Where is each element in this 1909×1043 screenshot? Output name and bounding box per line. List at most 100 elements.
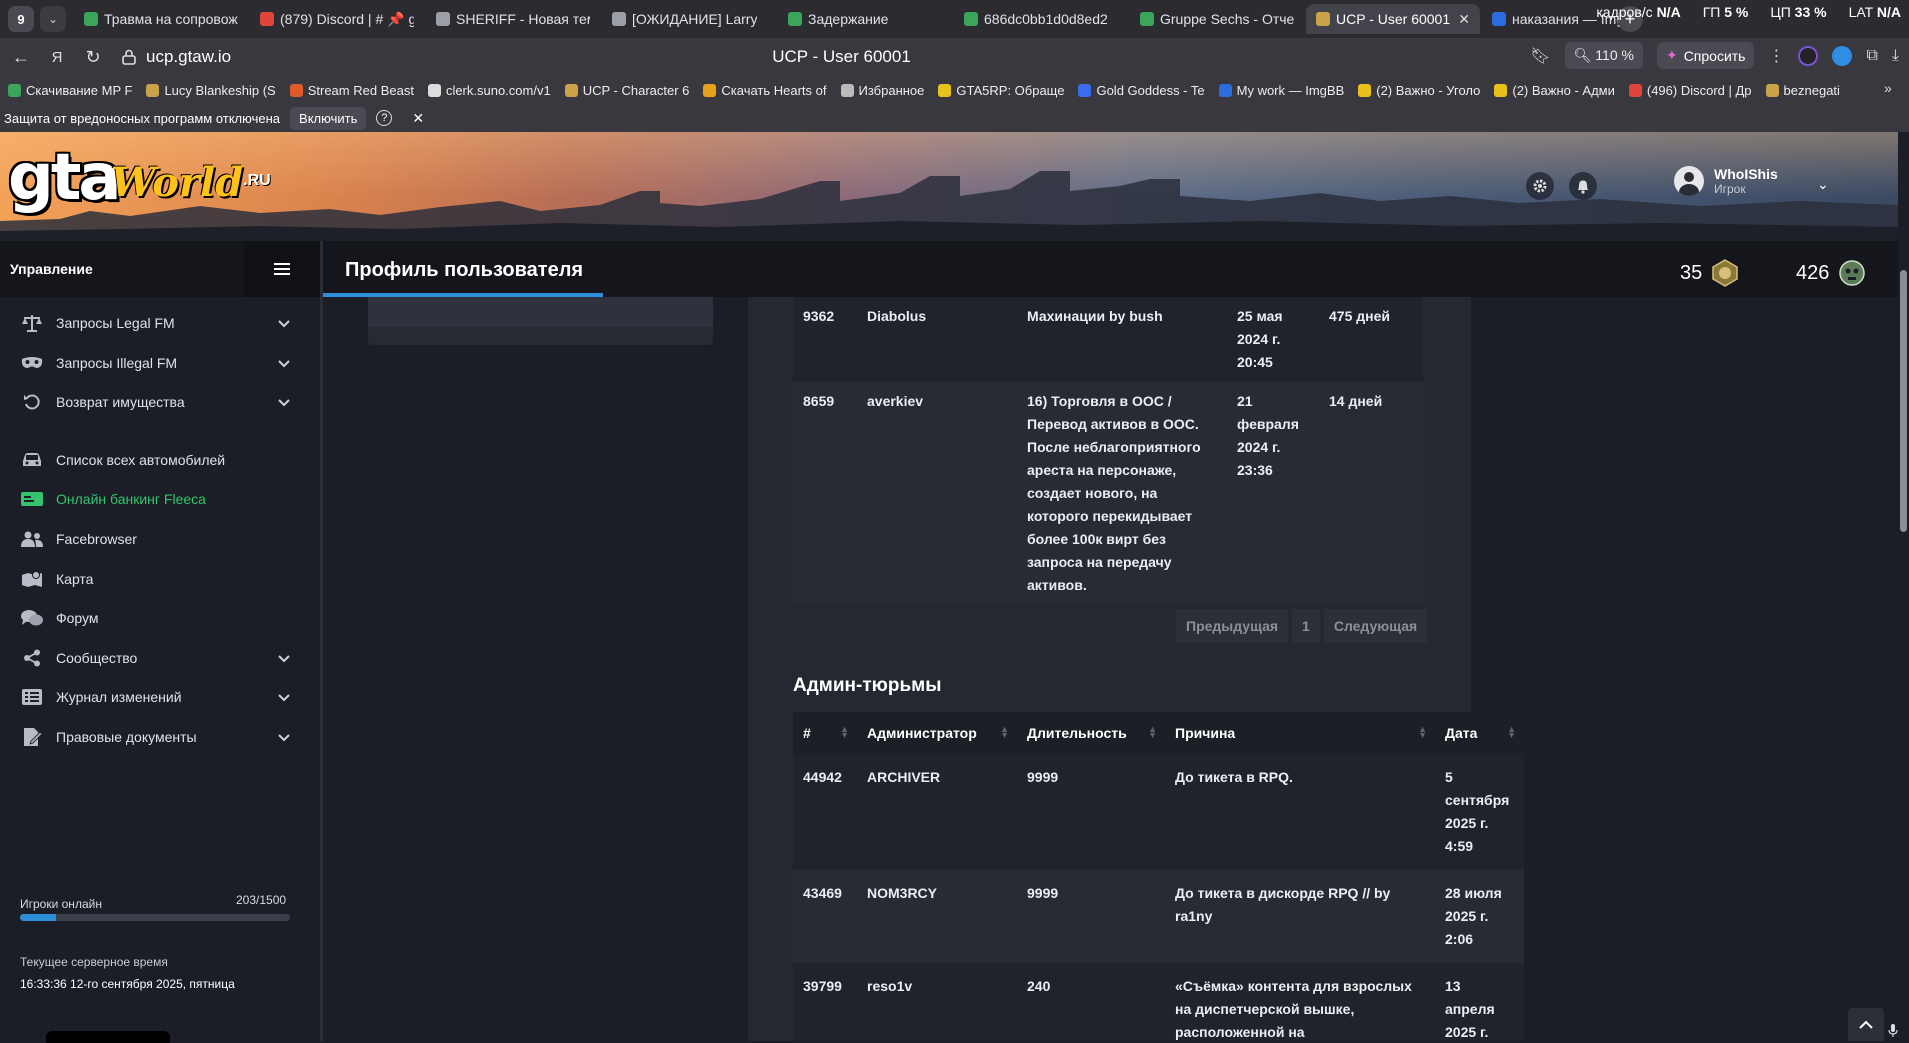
table-row: 43469 NOM3RCY 9999 До тикета в дискорде RPQ… [793,870,1524,963]
user-menu[interactable]: WhoIShis Игрок [1674,166,1778,196]
perf-stat: LAT N/A [1848,4,1901,20]
more-menu-icon[interactable]: ⋮ [1768,46,1784,66]
sidebar-item-label: Сообщество [56,650,138,666]
scrollbar-track[interactable] [1898,132,1909,1041]
browser-tab[interactable]: UCP - User 60001 ✕ [1306,4,1480,34]
scroll-to-top-button[interactable] [1848,1008,1884,1041]
browser-tab[interactable]: Задержание [778,4,952,34]
tab-list-chevron-icon[interactable]: ⌄ [40,6,66,32]
users-icon [20,529,44,549]
browser-tab[interactable]: (879) Discord | # 📌 g [250,4,424,34]
column-header[interactable]: # ▲ ▼ [793,712,857,754]
car-icon [20,450,44,470]
bookmark-item[interactable]: (496) Discord | Др [1628,83,1752,98]
tab-count-badge[interactable]: 9 [8,6,34,32]
bookmark-item[interactable]: Скачать Hearts of [703,83,827,98]
sidebar-item[interactable]: Список всех автомобилей [0,440,320,480]
chevron-down-icon[interactable] [278,729,290,745]
cell-admin: ARCHIVER [867,769,941,785]
online-players-count: 203/1500 [236,893,287,907]
bookmark-item[interactable]: beznegati [1765,83,1840,98]
cell-date: 13 апреля 2025 г. [1445,978,1495,1040]
mask-icon [20,353,44,373]
translate-extension-icon[interactable] [1832,45,1853,66]
close-warning-icon[interactable]: ✕ [412,110,424,127]
ask-button[interactable]: ✦ Спросить [1656,42,1755,69]
bookmark-favicon-icon [1218,83,1232,97]
sidebar-item[interactable]: Онлайн банкинг Fleeca [0,479,320,519]
yandex-icon[interactable]: Я [42,42,72,72]
microphone-icon[interactable] [1888,1024,1898,1038]
sidebar-item-label: Запросы Legal FM [56,315,175,331]
bookmark-item[interactable]: Lucy Blankeship (S [146,83,276,98]
share-icon [20,648,44,668]
bookmark-item[interactable]: Избранное [840,83,924,98]
sidebar-item[interactable]: Facebrowser [0,519,320,559]
settings-gear-icon[interactable] [1526,172,1554,200]
bookmark-item[interactable]: UCP - Character 6 [564,83,689,98]
page-1-button[interactable]: 1 [1292,609,1320,643]
sidebar-item[interactable]: Правовые документы [0,717,320,757]
browser-tab[interactable]: SHERIFF - Новая тем [426,4,600,34]
enable-protection-button[interactable]: Включить [290,106,367,130]
bookmark-item[interactable]: Скачивание MP F [8,83,132,98]
reload-icon[interactable]: ↻ [78,42,108,72]
site-banner: gta World .RU [0,132,1898,241]
chevron-down-icon[interactable]: ⌄ [1817,176,1829,193]
bookmark-item[interactable]: (2) Важно - Уголо [1358,83,1480,98]
notifications-bell-icon[interactable] [1569,172,1597,200]
sidebar-item[interactable]: Возврат имущества [0,382,320,422]
sidebar-item[interactable]: Журнал изменений [0,677,320,717]
sidebar-item[interactable]: Сообщество [0,638,320,678]
bookmark-item[interactable]: GTA5RP: Обраще [938,83,1064,98]
extensions-icon[interactable]: ⧉ [1866,47,1877,65]
column-header[interactable]: Администратор ▲ ▼ [857,712,1017,754]
back-arrow-icon[interactable]: ← [6,42,36,72]
bookmark-item[interactable]: Stream Red Beast [289,83,414,98]
bookmark-item[interactable]: (2) Важно - Адми [1494,83,1615,98]
sidebar-item[interactable]: Карта [0,559,320,599]
vk-extension-icon[interactable] [1798,45,1819,66]
close-tab-icon[interactable]: ✕ [1450,11,1470,28]
sidebar-item[interactable]: Форум [0,598,320,638]
cell-duration: 240 [1027,978,1051,994]
column-header[interactable]: Причина ▲ ▼ [1165,712,1435,754]
bookmark-favicon-icon [427,83,441,97]
browser-tab-bar: 9 ⌄ Травма на сопровож (879) Discord | #… [0,0,1909,38]
help-icon[interactable]: ? [376,110,393,126]
sidebar-item[interactable]: Запросы Illegal FM [0,343,320,383]
url-field[interactable]: ucp.gtaw.io [122,47,231,67]
zoom-level[interactable]: 🔍︎ 110 % [1564,42,1643,69]
chevron-down-icon[interactable] [278,689,290,705]
browser-tab[interactable]: Gruppe Sechs - Отче [1130,4,1304,34]
avatar [1674,166,1704,196]
bookmarks-overflow-icon[interactable]: » [1884,80,1892,96]
browser-tab[interactable]: [ОЖИДАНИЕ] Larry [602,4,776,34]
column-header[interactable]: Длительность ▲ ▼ [1017,712,1165,754]
bookmark-item[interactable]: clerk.suno.com/v1 [427,83,551,98]
table-row: 8659 averkiev 16) Торговля в ООС / Перевод… [793,382,1423,605]
chevron-down-icon[interactable] [278,650,290,666]
window-title: UCP - User 60001 [772,47,911,66]
prev-page-button[interactable]: Предыдущая [1176,609,1289,643]
hamburger-menu-icon[interactable] [244,241,320,297]
bookmark-item[interactable]: My work — ImgBB [1218,83,1344,98]
bookmark-favicon-icon [289,83,303,97]
sidebar-item[interactable]: Запросы Legal FM [0,303,320,343]
bookmark-icon[interactable]: 🔖︎ [1530,46,1550,66]
browser-tab[interactable]: 686dc0bb1d0d8ed2 [954,4,1128,34]
bookmark-item[interactable]: Gold Goddess - Te [1078,83,1205,98]
tab-favicon-icon [1316,12,1330,26]
chevron-down-icon[interactable] [278,394,290,410]
browser-tab[interactable]: Травма на сопровож [74,4,248,34]
scrollbar-thumb[interactable] [1900,270,1907,532]
downloads-icon[interactable]: ⤓ [1892,47,1899,65]
sidebar-bottom-button[interactable] [46,1031,170,1043]
online-players-bar [20,914,290,921]
chevron-down-icon[interactable] [278,355,290,371]
column-header[interactable]: Дата ▲ ▼ [1435,712,1524,754]
cell-admin: reso1v [867,978,913,994]
chevron-down-icon[interactable] [278,315,290,331]
next-page-button[interactable]: Следующая [1323,609,1428,643]
gta-world-logo[interactable]: gta World .RU [8,146,271,210]
